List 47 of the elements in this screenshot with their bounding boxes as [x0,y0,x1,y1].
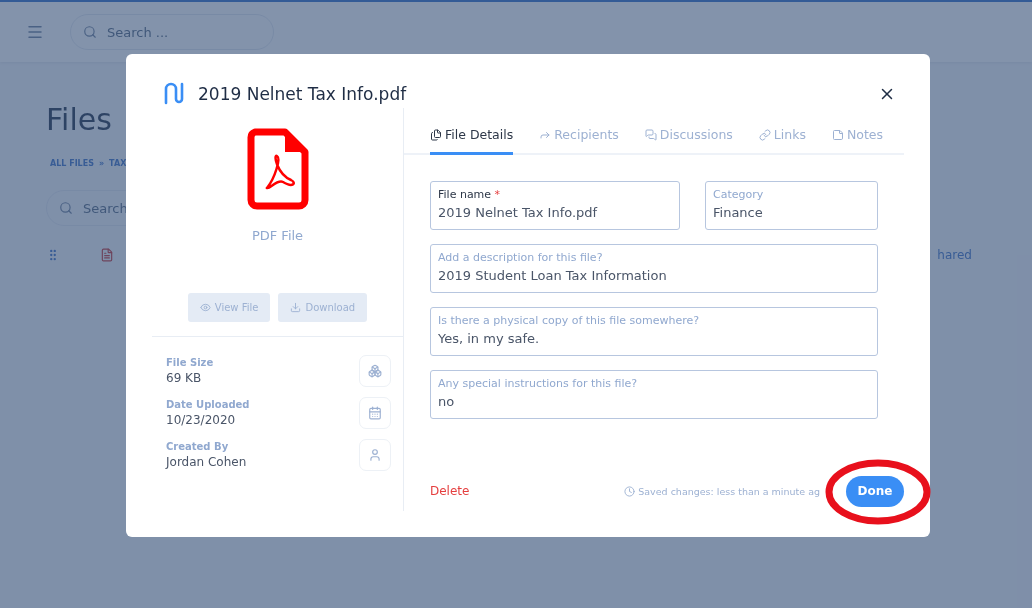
tab[interactable]: File Details [430,127,514,155]
text-field[interactable]: Any special instructions for this file? no [430,370,878,419]
info-label: Created By [166,441,230,452]
link-icon [758,128,771,141]
saved-status: Saved changes: less than a minute ag [624,485,820,497]
chat-bubbles-icon [644,128,657,141]
info-value: 10/23/2020 [166,413,237,427]
search-field[interactable]: Search ... [105,23,249,41]
files-icon [430,128,442,141]
info-label: Date Uploaded [166,399,250,410]
text-field[interactable]: File name * 2019 Nelnet Tax Info.pdf [430,181,680,230]
input-field[interactable]: 2019 Nelnet Tax Info.pdf [438,205,672,220]
input-field[interactable]: 2019 Student Loan Tax Information [438,268,870,283]
text-field[interactable]: Add a description for this file? 2019 Student Loan Tax Information [430,244,878,293]
info-value: Jordan Cohen [166,455,247,469]
column-header: hared [937,248,972,262]
clock-icon [624,485,636,497]
search-icon [59,201,73,215]
text-field[interactable]: Category Finance [705,181,878,230]
eye-icon [199,302,211,313]
paperclip-logo-icon [164,81,186,107]
download-icon [290,302,302,313]
note-icon [831,128,844,141]
pdf-file-icon [246,128,309,210]
info-label: File Size [166,357,214,368]
text-field[interactable]: Is there a physical copy of this file somewhere? Yes, in my safe. [430,307,878,356]
page-title: Files [46,102,112,137]
field-label: Is there a physical copy of this file somewhere? [438,314,701,327]
delete-button[interactable]: Delete [430,484,470,498]
input-field[interactable]: Finance [713,205,870,220]
file-type-label: PDF File [251,228,304,243]
field-label: File name * [438,188,502,201]
search-icon [83,25,97,39]
info-value: 69 KB [166,371,203,385]
search-field[interactable]: Search [81,199,225,217]
breadcrumb-separator: » [98,159,105,168]
boxes-icon [359,355,391,387]
menu-icon[interactable] [26,23,44,41]
user-icon [359,439,391,471]
file-icon [100,248,114,262]
input-field[interactable]: no [438,394,870,409]
calendar-icon [359,397,391,429]
field-label: Any special instructions for this file? [438,377,639,390]
dialog-title: 2019 Nelnet Tax Info.pdf [198,84,408,104]
field-label: Add a description for this file? [438,251,604,264]
field-label: Category [713,188,765,201]
input-field[interactable]: Yes, in my safe. [438,331,870,346]
